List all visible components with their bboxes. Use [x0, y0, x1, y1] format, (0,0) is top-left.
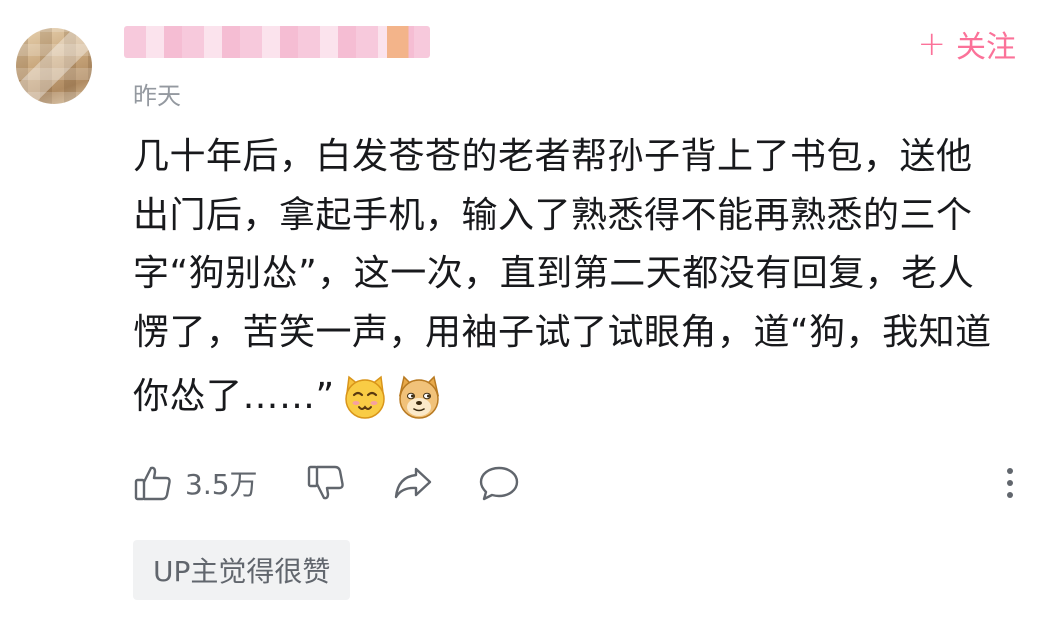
up-liked-badge: UP主觉得很赞 — [133, 540, 351, 600]
share-button[interactable] — [392, 463, 434, 503]
comment-line: 字“狗别怂”，这一次，直到第二天都没有回复，老人 — [133, 253, 975, 294]
reply-button[interactable] — [478, 463, 520, 503]
avatar[interactable] — [16, 28, 92, 104]
plus-icon: + — [917, 24, 947, 64]
comment-actions: 3.5万 — [133, 458, 1016, 508]
reply-bubble-icon — [479, 466, 518, 501]
comment-line: 几十年后，白发苍苍的老者帮孙子背上了书包，送他 — [133, 136, 973, 177]
doge-emoji — [398, 375, 439, 419]
dislike-button[interactable] — [306, 463, 346, 503]
comment-line: 愣了，苦笑一声，用袖子试了试眼角，道“狗，我知道 — [133, 311, 992, 353]
thumb-down-icon — [307, 465, 344, 500]
comment-time: 昨天 — [133, 82, 181, 110]
comment-line: 你怂了……” — [133, 376, 335, 417]
comment-text: 几十年后，白发苍苍的老者帮孙子背上了书包，送他 出门后，拿起手机，输入了熟悉得不… — [133, 128, 1023, 427]
follow-button[interactable]: + 关注 — [917, 24, 1017, 65]
share-icon — [394, 467, 431, 499]
thumb-up-icon — [134, 466, 171, 501]
like-count: 3.5万 — [185, 468, 258, 501]
comment-line: 出门后，拿起手机，输入了熟悉得不能再熟悉的三个 — [133, 194, 973, 236]
more-button[interactable] — [1004, 463, 1016, 503]
more-vertical-icon — [1007, 468, 1013, 498]
cat-face-emoji — [344, 375, 385, 419]
username-blurred[interactable] — [124, 26, 430, 58]
follow-label: 关注 — [956, 30, 1016, 65]
like-button[interactable]: 3.5万 — [133, 463, 258, 503]
